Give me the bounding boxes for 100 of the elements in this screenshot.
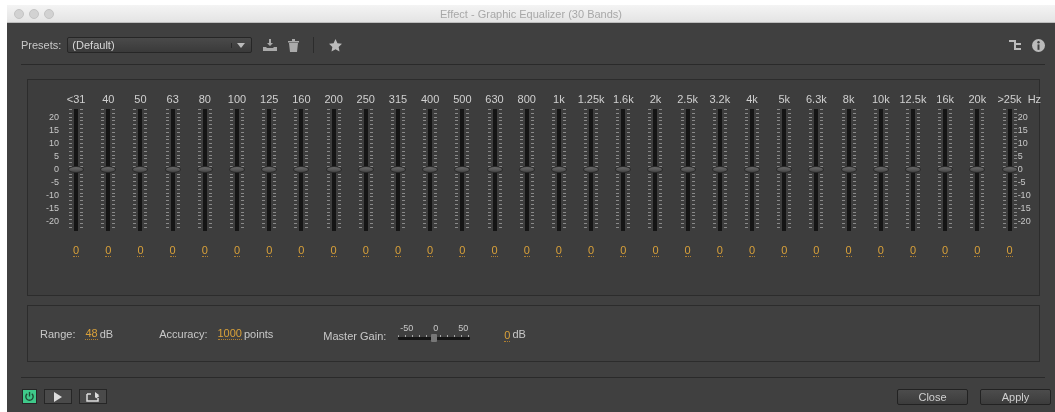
band-value[interactable]: 0	[137, 243, 144, 257]
slider-thumb[interactable]	[422, 166, 439, 173]
band-value[interactable]: 0	[684, 243, 691, 257]
scale-label: -20	[1017, 217, 1031, 226]
band-value[interactable]: 0	[974, 243, 981, 257]
master-gain-slider[interactable]	[398, 335, 471, 340]
slider-thumb[interactable]	[840, 166, 857, 173]
dialog-button[interactable]: Apply	[980, 388, 1051, 405]
band-value[interactable]: 0	[748, 243, 756, 257]
slider-thumb[interactable]	[454, 166, 471, 173]
slider-thumb[interactable]	[261, 166, 278, 173]
accuracy-value[interactable]: 1000	[217, 327, 242, 340]
band-value[interactable]: 0	[266, 243, 273, 257]
slider-thumb[interactable]	[679, 166, 696, 173]
band-value[interactable]: 0	[1006, 243, 1013, 257]
scale-label: -5	[1017, 178, 1026, 187]
band-value[interactable]: 0	[427, 243, 434, 257]
dialog-button[interactable]: Close	[897, 388, 968, 405]
slider-thumb[interactable]	[431, 334, 438, 342]
band-label: 250	[355, 93, 376, 105]
slider-thumb[interactable]	[1001, 166, 1018, 173]
unit-label: Hz	[1026, 93, 1042, 105]
slider-thumb[interactable]	[776, 166, 793, 173]
slider-thumb[interactable]	[486, 166, 503, 173]
band-label: 2k	[648, 93, 663, 105]
slider-thumb[interactable]	[100, 166, 117, 173]
band-value[interactable]: 0	[620, 243, 627, 257]
band-value[interactable]: 0	[73, 243, 80, 257]
band-value[interactable]: 0	[942, 243, 949, 257]
band-label: >25k	[996, 93, 1023, 105]
info-icon[interactable]	[1032, 38, 1045, 52]
band-label: 630	[484, 93, 505, 105]
slider-thumb[interactable]	[744, 166, 761, 173]
band-value[interactable]: 0	[555, 243, 562, 257]
master-gain-unit: dB	[512, 327, 526, 340]
band-value[interactable]: 0	[201, 243, 208, 257]
slider-thumb[interactable]	[164, 166, 181, 173]
slider-thumb[interactable]	[357, 166, 374, 173]
band-value[interactable]: 0	[394, 243, 402, 257]
power-icon	[24, 391, 35, 402]
slider-thumb[interactable]	[68, 166, 85, 173]
band-value[interactable]: 0	[459, 243, 466, 257]
band-value[interactable]: 0	[813, 243, 820, 257]
band-label: 4k	[745, 93, 759, 105]
scale-label: 20	[49, 113, 59, 122]
band-value[interactable]: 0	[330, 243, 337, 257]
band-value[interactable]: 0	[233, 243, 241, 257]
slider-thumb[interactable]	[583, 166, 600, 173]
export-button[interactable]	[79, 389, 107, 404]
scale-label: 5	[54, 152, 59, 161]
slider-thumb[interactable]	[937, 166, 954, 173]
band-value[interactable]: 0	[845, 243, 852, 257]
scale-label: -15	[1017, 204, 1031, 213]
slider-thumb[interactable]	[550, 166, 567, 173]
range-value[interactable]: 48	[85, 327, 98, 340]
scale-label: -10	[1017, 191, 1031, 200]
download-icon[interactable]	[263, 39, 278, 51]
scale-label: 0	[1017, 165, 1023, 174]
band-value[interactable]: 0	[909, 243, 917, 257]
band-value[interactable]: 0	[523, 243, 530, 257]
presets-dropdown[interactable]: (Default)	[67, 37, 253, 53]
band-value[interactable]: 0	[105, 243, 112, 257]
band-label: 80	[197, 93, 212, 105]
star-icon[interactable]	[329, 38, 343, 52]
master-gain-label: Master Gain:	[323, 328, 387, 342]
scale-label: 5	[1017, 152, 1023, 161]
slider-thumb[interactable]	[518, 166, 535, 173]
band-value[interactable]: 0	[781, 243, 788, 257]
slider-thumb[interactable]	[196, 166, 213, 173]
play-button[interactable]	[44, 389, 72, 404]
trash-icon[interactable]	[288, 38, 300, 52]
slider-thumb[interactable]	[808, 166, 825, 173]
band-value[interactable]: 0	[716, 243, 723, 257]
routing-icon[interactable]	[1009, 39, 1021, 51]
slider-thumb[interactable]	[293, 166, 310, 173]
slider-thumb[interactable]	[647, 166, 664, 173]
power-button[interactable]	[22, 389, 37, 404]
slider-thumb[interactable]	[132, 166, 149, 173]
band-label: 100	[226, 93, 248, 105]
slider-thumb[interactable]	[615, 166, 632, 173]
slider-thumb[interactable]	[904, 166, 921, 173]
slider-thumb[interactable]	[325, 166, 342, 173]
band-value[interactable]: 0	[362, 243, 369, 257]
play-icon	[54, 391, 62, 402]
slider-thumb[interactable]	[969, 166, 986, 173]
scale-label: -15	[46, 204, 59, 213]
band-value[interactable]: 0	[298, 243, 305, 257]
band-value[interactable]: 0	[491, 243, 498, 257]
slider-thumb[interactable]	[389, 166, 406, 173]
slider-thumb[interactable]	[229, 166, 246, 173]
slider-thumb[interactable]	[711, 166, 728, 173]
band-value[interactable]: 0	[877, 243, 884, 257]
band-value[interactable]: 0	[588, 243, 595, 257]
master-gain-value[interactable]: 0	[504, 325, 511, 342]
gain-tick-label: 0	[433, 323, 439, 333]
band-value[interactable]: 0	[652, 243, 659, 257]
scale-label: 0	[54, 165, 59, 174]
band-label: 1k	[552, 93, 566, 105]
slider-thumb[interactable]	[872, 166, 889, 173]
band-value[interactable]: 0	[169, 243, 176, 257]
